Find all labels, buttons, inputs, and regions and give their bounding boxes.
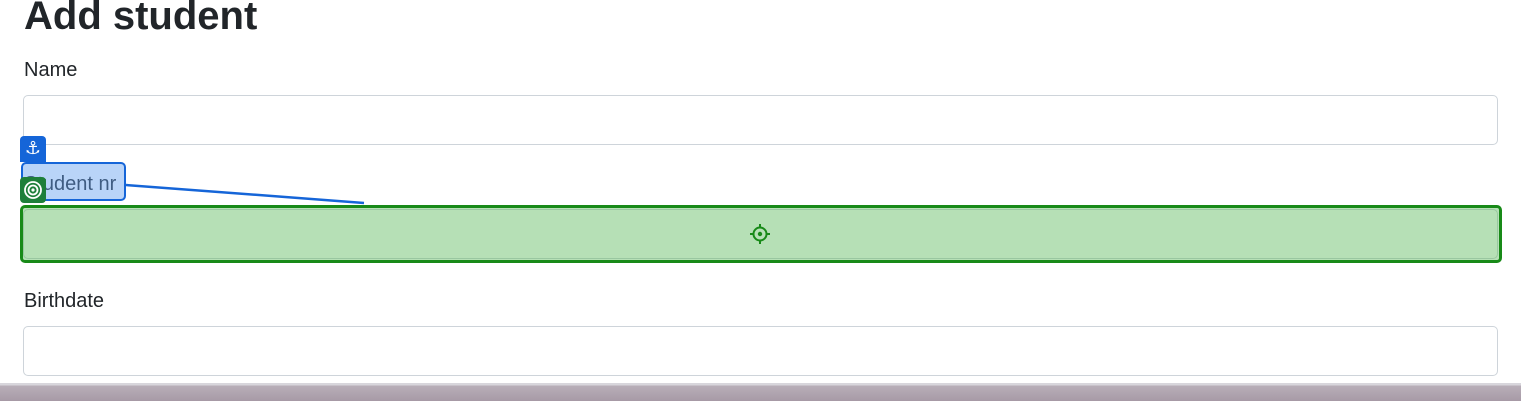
- taskbar-edge: [0, 383, 1521, 401]
- birthdate-label: Birthdate: [24, 290, 105, 312]
- name-label: Name: [24, 59, 78, 81]
- target-icon: [20, 177, 46, 203]
- crosshair-icon: [750, 224, 770, 244]
- anchor-icon: ⚓: [20, 136, 46, 162]
- page-title: Add student: [24, 0, 258, 38]
- birthdate-input[interactable]: [23, 326, 1498, 376]
- name-input[interactable]: [23, 95, 1498, 145]
- add-student-page: Add student Name Student nr Birthdate ⚓: [0, 0, 1521, 401]
